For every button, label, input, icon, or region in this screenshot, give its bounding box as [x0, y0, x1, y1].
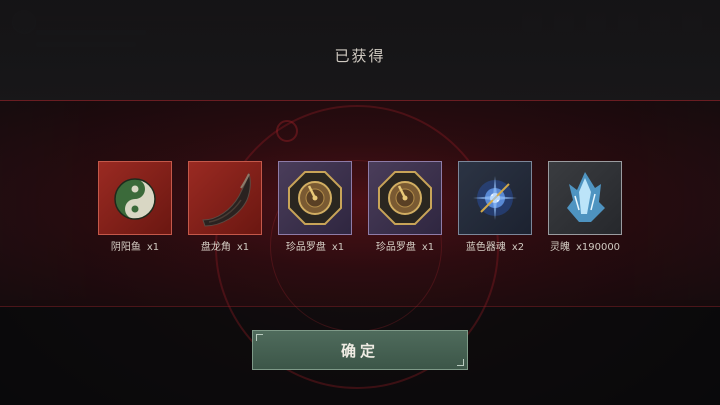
- reward-label: 灵魄 x190000: [530, 238, 640, 253]
- reward-quantity: x2: [511, 242, 525, 253]
- reward-slot-yin-yang-fish[interactable]: [98, 161, 172, 235]
- reward-slot-spirit[interactable]: [548, 161, 622, 235]
- reward-quantity: x1: [331, 242, 345, 253]
- reward-name: 珍品罗盘: [285, 242, 326, 253]
- game-screen: 已获得 阴阳鱼 x1 盘龙角 x1 珍品罗盘 x1 珍品罗盘 x1 蓝色器魂 x…: [0, 0, 720, 405]
- reward-quantity: x1: [236, 242, 250, 253]
- reward-slot-compass[interactable]: [368, 161, 442, 235]
- reward-name: 珍品罗盘: [375, 242, 416, 253]
- blue-soul-crystal-icon: [473, 176, 517, 220]
- reward-quantity: x190000: [575, 242, 621, 253]
- reward-quantity: x1: [421, 242, 435, 253]
- reward-slot-compass[interactable]: [278, 161, 352, 235]
- reward-slot-dragon-horn[interactable]: [188, 161, 262, 235]
- dialog-title: 已获得: [334, 47, 386, 65]
- reward-slot-blue-soul[interactable]: [458, 161, 532, 235]
- compass-icon: [378, 171, 432, 225]
- confirm-button[interactable]: 确定: [252, 330, 468, 370]
- spirit-crystal-icon: [567, 172, 605, 222]
- reward-name: 灵魄: [549, 242, 570, 253]
- compass-icon: [288, 171, 342, 225]
- reward-name: 蓝色器魂: [465, 242, 506, 253]
- reward-name: 盘龙角: [200, 242, 231, 253]
- yin-yang-fish-icon: [114, 178, 156, 220]
- reward-quantity: x1: [146, 242, 160, 253]
- reward-name: 阴阳鱼: [110, 242, 141, 253]
- ring-knot: [276, 120, 298, 142]
- dragon-horn-icon: [202, 172, 251, 227]
